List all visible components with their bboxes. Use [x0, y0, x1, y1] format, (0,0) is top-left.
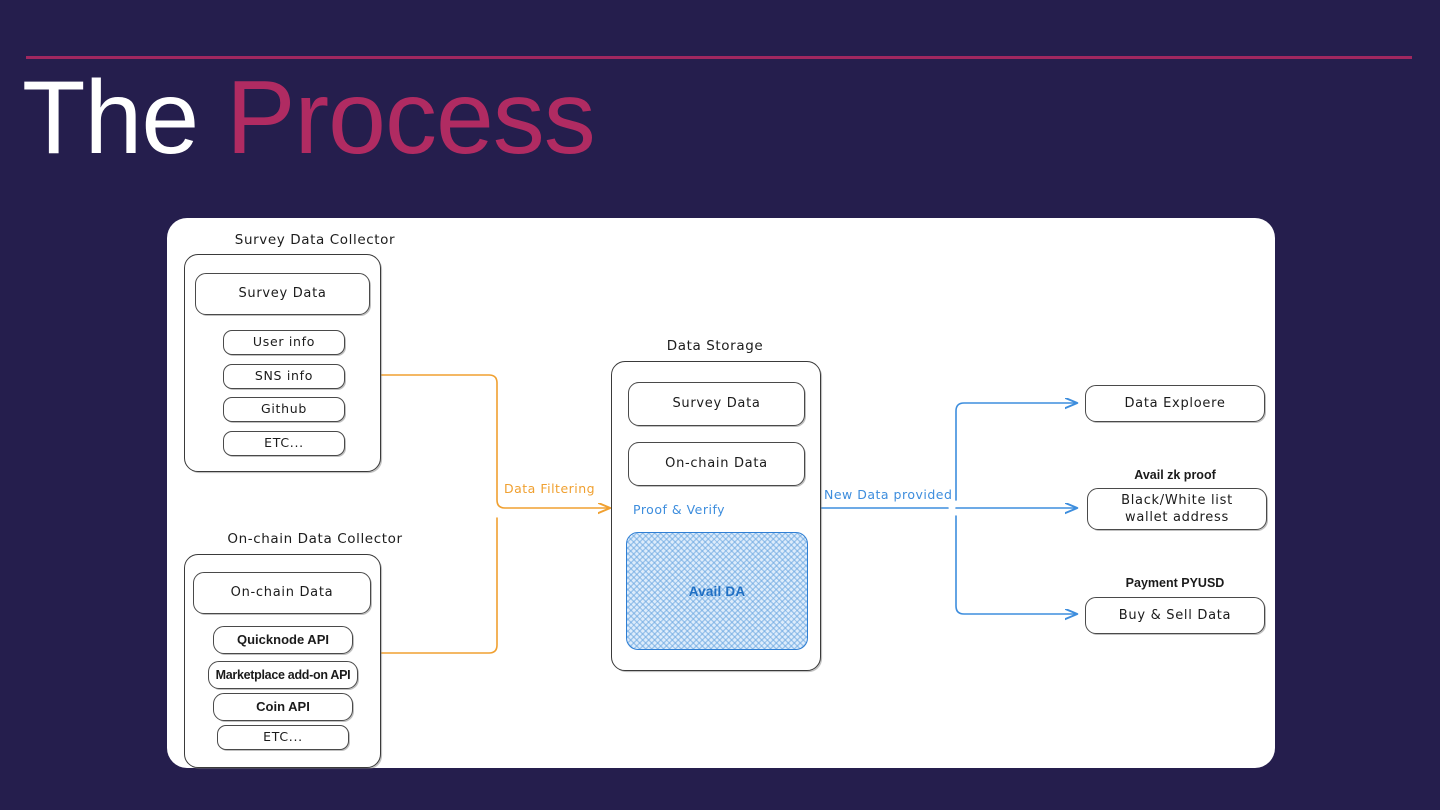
onchain-collector-item-coin-api[interactable]: Coin API [213, 693, 353, 721]
avail-da-label: Avail DA [688, 583, 746, 599]
page-title: The Process [22, 58, 596, 178]
onchain-collector-item-marketplace-api[interactable]: Marketplace add-on API [208, 661, 358, 689]
avail-da-box[interactable]: Avail DA [626, 532, 808, 650]
output-caption-payment-pyusd: Payment PYUSD [1125, 576, 1225, 590]
data-storage-node-onchain-data[interactable]: On-chain Data [628, 442, 805, 486]
output-node-buy-sell-data[interactable]: Buy & Sell Data [1085, 597, 1265, 634]
diagram-canvas: Survey Data Collector Survey Data User i… [167, 218, 1275, 768]
survey-collector-item-etc[interactable]: ETC... [223, 431, 345, 456]
survey-collector-title: Survey Data Collector [234, 232, 396, 248]
onchain-collector-item-quicknode-api[interactable]: Quicknode API [213, 626, 353, 654]
onchain-collector-main-node[interactable]: On-chain Data [193, 572, 371, 614]
output-caption-avail-zk-proof: Avail zk proof [1134, 468, 1216, 482]
page-title-word-process: Process [226, 60, 596, 176]
onchain-collector-item-etc[interactable]: ETC... [217, 725, 349, 750]
edge-label-data-filtering: Data Filtering [504, 481, 596, 496]
proof-and-verify-label: Proof & Verify [633, 502, 726, 517]
onchain-collector-title: On-chain Data Collector [227, 531, 403, 547]
data-storage-title: Data Storage [666, 338, 764, 354]
edge-label-new-data-provided: New Data provided [824, 487, 953, 502]
survey-collector-main-node[interactable]: Survey Data [195, 273, 370, 315]
output-node-blackwhite-list[interactable]: Black/White list wallet address [1087, 488, 1267, 530]
survey-collector-item-github[interactable]: Github [223, 397, 345, 422]
output-node-data-explorer[interactable]: Data Exploere [1085, 385, 1265, 422]
survey-collector-item-sns-info[interactable]: SNS info [223, 364, 345, 389]
page-title-word-the: The [22, 60, 199, 176]
survey-collector-item-user-info[interactable]: User info [223, 330, 345, 355]
data-storage-node-survey-data[interactable]: Survey Data [628, 382, 805, 426]
